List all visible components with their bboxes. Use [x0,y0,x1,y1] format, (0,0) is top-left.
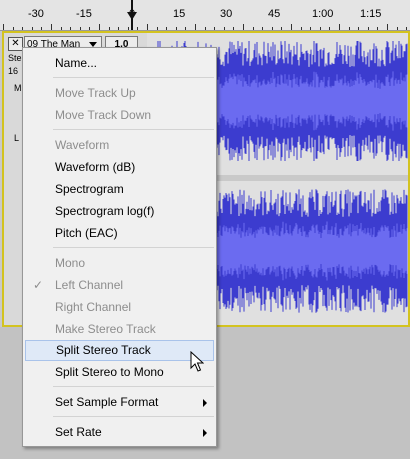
ruler-tick [310,27,311,30]
menu-item-label: Mono [55,256,86,270]
ruler-tick [329,27,330,30]
pan-left-label: L [14,133,20,143]
menu-item-set-sample-format[interactable]: Set Sample Format [23,392,216,413]
menu-item-label: Move Track Up [55,86,136,100]
menu-item-waveform-db[interactable]: Waveform (dB) [23,157,216,178]
menu-item-left-channel[interactable]: Left Channel ✓ [23,275,216,296]
ruler-tick [118,27,119,30]
menu-item-pitch-eac[interactable]: Pitch (EAC) [23,223,216,244]
ruler-tick [224,27,225,30]
ruler-tick [137,27,138,30]
ruler-tick [13,27,14,30]
ruler-tick [358,27,359,30]
ruler-tick [70,27,71,30]
menu-item-label: Right Channel [55,300,132,314]
ruler-label: 1:00 [312,8,334,20]
menu-separator [53,386,214,387]
menu-item-name[interactable]: Name... [23,53,216,74]
ruler-tick [301,27,302,30]
ruler-tick [176,27,177,30]
ruler-tick [147,24,148,30]
ruler-tick [349,27,350,30]
track-info-text: 16 [8,66,19,76]
ruler-tick [51,24,52,30]
ruler-tick [99,24,100,30]
ruler-label: 15 [173,8,186,20]
ruler-tick [339,24,340,30]
ruler-tick [320,27,321,30]
ruler-label: 45 [268,8,281,20]
ruler-tick [89,27,90,30]
ruler-tick [195,24,196,30]
ruler-tick [243,24,244,30]
ruler-tick [368,27,369,30]
menu-item-label: Move Track Down [55,108,152,122]
menu-item-move-track-down[interactable]: Move Track Down [23,105,216,126]
mouse-cursor-icon [190,351,204,372]
menu-item-set-rate[interactable]: Set Rate [23,422,216,443]
ruler-tick [80,27,81,30]
menu-item-label: Set Rate [55,425,102,439]
ruler-tick [166,27,167,30]
track-context-menu[interactable]: Name... Move Track Up Move Track Down Wavef… [22,47,217,447]
menu-separator [53,416,214,417]
menu-item-label: Spectrogram log(f) [55,204,155,218]
ruler-tick [377,27,378,30]
menu-item-label: Set Sample Format [55,395,159,409]
menu-item-mono[interactable]: Mono [23,253,216,274]
ruler-tick [262,27,263,30]
menu-item-split-stereo-to-mono[interactable]: Split Stereo to Mono [23,362,216,383]
menu-item-label: Name... [55,56,98,70]
ruler-tick [281,27,282,30]
ruler-tick [22,27,23,30]
menu-item-label: Waveform [55,138,110,152]
playhead-marker-icon[interactable] [127,12,137,20]
menu-separator [53,77,214,78]
ruler-tick [272,27,273,30]
menu-item-label: Spectrogram [55,182,124,196]
menu-item-move-track-up[interactable]: Move Track Up [23,83,216,104]
ruler-tick [128,27,129,30]
menu-item-label: Split Stereo Track [56,343,151,357]
ruler-tick [3,24,4,30]
menu-item-label: Left Channel [55,278,124,292]
menu-item-label: Pitch (EAC) [55,226,118,240]
ruler-tick [253,27,254,30]
menu-item-make-stereo-track[interactable]: Make Stereo Track [23,319,216,340]
submenu-arrow-icon [203,429,207,437]
menu-item-right-channel[interactable]: Right Channel [23,297,216,318]
ruler-tick [32,27,33,30]
ruler-tick [387,24,388,30]
ruler-tick [61,27,62,30]
submenu-arrow-icon [203,399,207,407]
ruler-tick [41,27,42,30]
menu-item-label: Make Stereo Track [55,322,156,336]
menu-separator [53,129,214,130]
mute-button-label[interactable]: M [14,83,22,93]
menu-item-label: Waveform (dB) [55,160,136,174]
menu-item-label: Split Stereo to Mono [55,365,164,379]
ruler-tick [406,27,407,30]
ruler-tick [291,24,292,30]
ruler-tick [185,27,186,30]
ruler-tick [109,27,110,30]
timeline-ruler[interactable]: -30 -15 0 15 30 45 1:00 1:15 [0,0,410,31]
ruler-tick [157,27,158,30]
ruler-tick [214,27,215,30]
menu-separator [53,247,214,248]
menu-item-split-stereo-track[interactable]: Split Stereo Track [25,340,214,361]
ruler-tick [397,27,398,30]
ruler-label: 30 [220,8,233,20]
track-info-text: Ste [8,53,22,63]
ruler-label: -30 [28,8,44,20]
menu-item-spectrogram[interactable]: Spectrogram [23,179,216,200]
ruler-tick [233,27,234,30]
ruler-tick [205,27,206,30]
ruler-label: -15 [76,8,92,20]
menu-item-waveform[interactable]: Waveform [23,135,216,156]
menu-item-spectrogram-log-f[interactable]: Spectrogram log(f) [23,201,216,222]
ruler-label: 1:15 [360,8,382,20]
close-track-button[interactable]: ✕ [8,37,23,51]
checkmark-icon: ✓ [33,278,44,292]
